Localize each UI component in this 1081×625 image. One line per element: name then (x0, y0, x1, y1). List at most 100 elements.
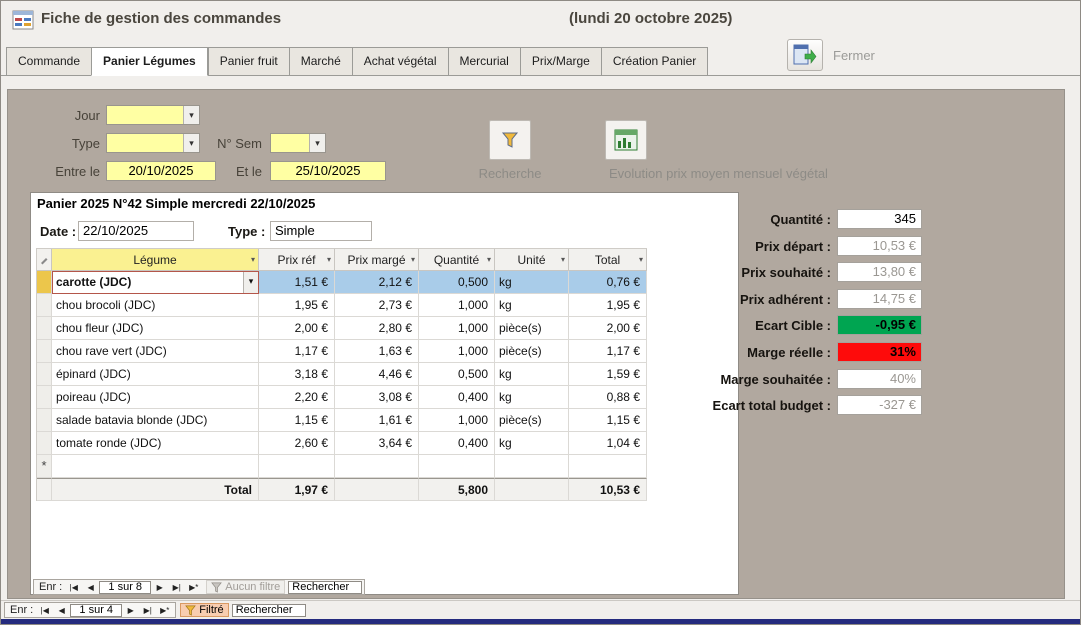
filter-dropdown-icon[interactable] (487, 255, 491, 264)
num-sem-combobox[interactable] (270, 133, 326, 153)
next-record-button[interactable]: ▶ (151, 583, 168, 592)
tab-achat-vegetal[interactable]: Achat végétal (352, 47, 448, 76)
cell-quantite[interactable]: 0,400 (419, 386, 495, 409)
row-selector[interactable] (37, 340, 52, 363)
previous-record-button[interactable]: ◀ (53, 606, 70, 615)
date-from-field[interactable]: 20/10/2025 (106, 161, 216, 181)
cell-quantite[interactable]: 1,000 (419, 340, 495, 363)
type-combobox[interactable] (106, 133, 200, 153)
type-field[interactable]: Simple (270, 221, 372, 241)
cell-legume-editing[interactable]: carotte (JDC) (52, 271, 259, 294)
cell-legume[interactable]: chou fleur (JDC) (52, 317, 259, 340)
cell-prix-marge[interactable]: 4,46 € (335, 363, 419, 386)
cell-prix-ref[interactable]: 2,00 € (259, 317, 335, 340)
tab-marche[interactable]: Marché (289, 47, 352, 76)
filter-dropdown-icon[interactable] (327, 255, 331, 264)
marge-reelle-value: 31% (837, 342, 922, 362)
cell-prix-marge[interactable]: 2,12 € (335, 271, 419, 294)
quantite-value[interactable]: 345 (837, 209, 922, 229)
cell-prix-marge[interactable] (335, 455, 419, 478)
row-selector[interactable] (37, 386, 52, 409)
evolution-button[interactable] (605, 120, 647, 160)
filter-dropdown-icon[interactable] (411, 255, 415, 264)
cell-prix-ref[interactable] (259, 455, 335, 478)
new-record-button[interactable]: ▶* (156, 606, 173, 615)
recherche-label: Recherche (448, 166, 572, 181)
cell-quantite[interactable]: 0,400 (419, 432, 495, 455)
cell-quantite[interactable]: 1,000 (419, 294, 495, 317)
row-selector[interactable] (37, 271, 52, 294)
tab-commande[interactable]: Commande (6, 47, 91, 76)
chevron-down-icon[interactable] (183, 106, 199, 124)
date-field[interactable]: 22/10/2025 (78, 221, 194, 241)
jour-combobox[interactable] (106, 105, 200, 125)
summary-row: Quantité : 345 (528, 209, 922, 229)
cell-legume[interactable]: chou brocoli (JDC) (52, 294, 259, 317)
last-record-button[interactable]: ▶| (168, 583, 185, 592)
cell-legume[interactable]: épinard (JDC) (52, 363, 259, 386)
marge-souhaitee-value: 40% (837, 369, 922, 389)
previous-record-button[interactable]: ◀ (82, 583, 99, 592)
tab-panier-legumes[interactable]: Panier Légumes (91, 47, 208, 76)
cell-prix-ref[interactable]: 2,60 € (259, 432, 335, 455)
cell-prix-marge[interactable]: 2,80 € (335, 317, 419, 340)
row-selector[interactable] (37, 432, 52, 455)
cell-prix-marge[interactable]: 1,63 € (335, 340, 419, 363)
cell-prix-ref[interactable]: 1,15 € (259, 409, 335, 432)
cell-legume[interactable]: salade batavia blonde (JDC) (52, 409, 259, 432)
cell-prix-ref[interactable]: 1,95 € (259, 294, 335, 317)
close-form-button[interactable] (787, 39, 823, 71)
column-header-prix-ref[interactable]: Prix réf (259, 249, 335, 271)
cell-quantite[interactable]: 0,500 (419, 363, 495, 386)
cell-prix-ref[interactable]: 1,51 € (259, 271, 335, 294)
tab-panier-fruit[interactable]: Panier fruit (208, 47, 289, 76)
next-record-button[interactable]: ▶ (122, 606, 139, 615)
column-header-prix-marge[interactable]: Prix margé (335, 249, 419, 271)
cell-quantite[interactable]: 0,500 (419, 271, 495, 294)
column-header-legume[interactable]: Légume (52, 249, 259, 271)
search-box[interactable]: Rechercher (232, 604, 306, 617)
recherche-button[interactable] (489, 120, 531, 160)
cell-prix-ref[interactable]: 2,20 € (259, 386, 335, 409)
row-selector[interactable] (37, 294, 52, 317)
combo-dropdown-icon[interactable] (243, 272, 258, 293)
new-record-button[interactable]: ▶* (185, 583, 202, 592)
select-all-corner[interactable] (37, 249, 52, 271)
cell-prix-marge[interactable]: 3,08 € (335, 386, 419, 409)
cell-total[interactable]: 1,04 € (569, 432, 647, 455)
cell-quantite[interactable]: 1,000 (419, 317, 495, 340)
search-funnel-icon (500, 130, 520, 150)
cell-unite[interactable] (495, 455, 569, 478)
cell-legume[interactable]: tomate ronde (JDC) (52, 432, 259, 455)
row-selector[interactable] (37, 409, 52, 432)
date-to-field[interactable]: 25/10/2025 (270, 161, 386, 181)
record-position-box[interactable]: 1 sur 8 (99, 581, 151, 594)
filter-dropdown-icon[interactable] (251, 255, 255, 264)
record-position-box[interactable]: 1 sur 4 (70, 604, 122, 617)
row-selector[interactable] (37, 363, 52, 386)
tab-mercurial[interactable]: Mercurial (448, 47, 520, 76)
first-record-button[interactable]: |◀ (65, 583, 82, 592)
last-record-button[interactable]: ▶| (139, 606, 156, 615)
column-header-quantite[interactable]: Quantité (419, 249, 495, 271)
cell-prix-ref[interactable]: 1,17 € (259, 340, 335, 363)
cell-unite[interactable]: kg (495, 432, 569, 455)
new-record-selector[interactable]: * (37, 455, 52, 478)
cell-prix-ref[interactable]: 3,18 € (259, 363, 335, 386)
filtre-toggle-button[interactable]: Filtré (180, 603, 228, 617)
cell-total[interactable] (569, 455, 647, 478)
cell-quantite[interactable]: 1,000 (419, 409, 495, 432)
row-selector[interactable] (37, 317, 52, 340)
cell-legume[interactable]: chou rave vert (JDC) (52, 340, 259, 363)
cell-prix-marge[interactable]: 2,73 € (335, 294, 419, 317)
cell-prix-marge[interactable]: 3,64 € (335, 432, 419, 455)
cell-legume[interactable] (52, 455, 259, 478)
cell-legume[interactable]: poireau (JDC) (52, 386, 259, 409)
chevron-down-icon[interactable] (309, 134, 325, 152)
tab-prix-marge[interactable]: Prix/Marge (520, 47, 601, 76)
cell-prix-marge[interactable]: 1,61 € (335, 409, 419, 432)
tab-creation-panier[interactable]: Création Panier (601, 47, 708, 76)
cell-quantite[interactable] (419, 455, 495, 478)
search-box[interactable]: Rechercher (288, 581, 362, 594)
first-record-button[interactable]: |◀ (36, 606, 53, 615)
